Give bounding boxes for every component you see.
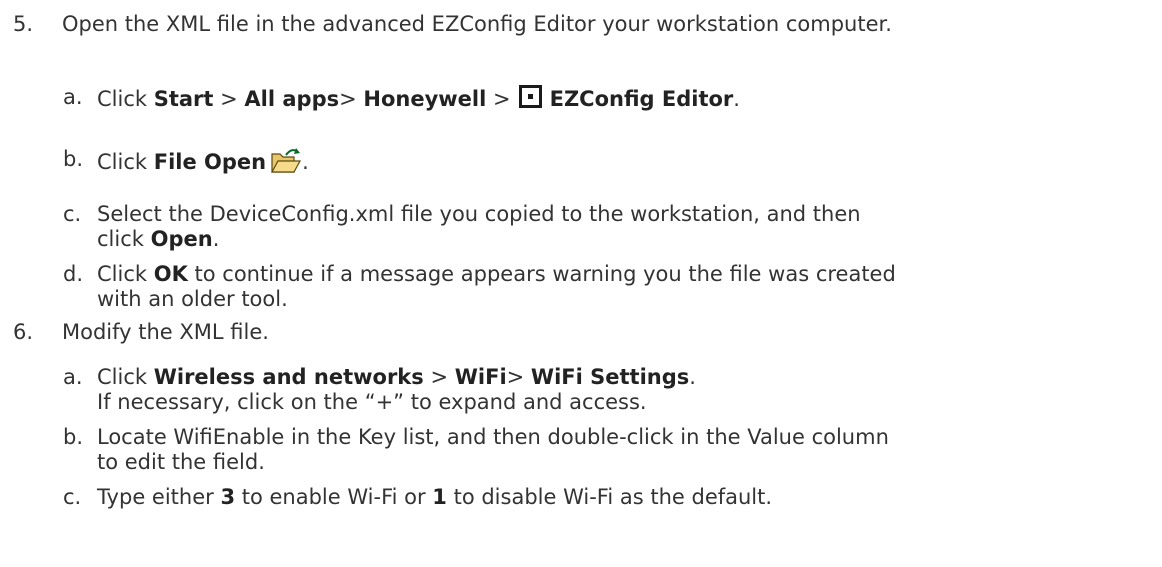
menu-wifi: WiFi [454, 365, 507, 389]
value-one: 1 [432, 485, 447, 509]
text-period: . [212, 227, 220, 251]
substep-letter: a. [63, 85, 83, 109]
menu-all-apps: All apps [244, 87, 340, 111]
text-click: Click [97, 262, 154, 286]
text-click: Click [97, 150, 154, 174]
text-mid: to enable Wi-Fi or [235, 485, 433, 509]
step-number: 6. [13, 320, 34, 344]
text-period: . [689, 365, 696, 389]
text-end: to disable Wi-Fi as the default. [446, 485, 773, 509]
substep-text: Click OK to continue if a message appear… [97, 262, 896, 312]
substep-letter: a. [63, 365, 83, 389]
substep-text: Type either 3 to enable Wi-Fi or 1 to di… [97, 485, 772, 510]
menu-honeywell: Honeywell [363, 87, 487, 111]
button-ok: OK [153, 262, 188, 286]
substep-text: Select the DeviceConfig.xml file you cop… [97, 202, 861, 252]
separator: > [213, 87, 245, 111]
text-line-1: Locate WifiEnable in the Key list, and t… [97, 425, 889, 449]
text-period: . [302, 150, 309, 174]
substep-letter: d. [63, 262, 84, 286]
text-line-2: with an older tool. [97, 287, 288, 311]
text-click: Click [97, 365, 154, 389]
text-click: Click [97, 87, 154, 111]
separator: > [423, 365, 455, 389]
menu-wireless-and-networks: Wireless and networks [153, 365, 424, 389]
text-line-1: to continue if a message appears warning… [187, 262, 896, 286]
substep-letter: c. [63, 202, 82, 226]
substep-text: Click File Open . [97, 147, 309, 181]
text-line-2: to edit the field. [97, 450, 265, 474]
ezconfig-editor-icon [518, 85, 542, 108]
step-number: 5. [13, 12, 34, 36]
text-pre: Type either [97, 485, 221, 509]
folder-open-icon [270, 147, 302, 181]
substep-letter: b. [63, 147, 84, 171]
substep-letter: b. [63, 425, 84, 449]
step-text: Open the XML file in the advanced EZConf… [62, 12, 892, 36]
command-file-open: File Open [153, 150, 267, 174]
button-open: Open [150, 227, 213, 251]
text-period: . [733, 87, 740, 111]
substep-letter: c. [63, 485, 82, 509]
substep-text: Click Start > All apps> Honeywell > EZCon… [97, 85, 740, 112]
text-line-2: If necessary, click on the “+” to expand… [97, 390, 647, 414]
separator: > [339, 87, 364, 111]
step-text: Modify the XML file. [62, 320, 269, 344]
text-line-1: Select the DeviceConfig.xml file you cop… [97, 202, 861, 226]
separator: > [506, 365, 531, 389]
separator: > [486, 87, 511, 111]
menu-start: Start [153, 87, 214, 111]
menu-ezconfig-editor: EZConfig Editor [549, 87, 734, 111]
text-line-2: click [97, 227, 151, 251]
value-three: 3 [220, 485, 236, 509]
menu-wifi-settings: WiFi Settings [530, 365, 690, 389]
substep-text: Click Wireless and networks > WiFi> WiFi… [97, 365, 696, 415]
substep-text: Locate WifiEnable in the Key list, and t… [97, 425, 889, 475]
